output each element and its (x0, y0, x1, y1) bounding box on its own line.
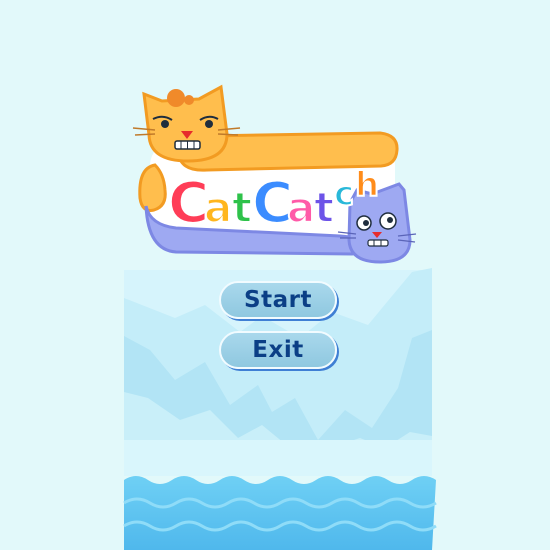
game-screen: C a t C a t c h Start Exit (0, 0, 550, 550)
start-button[interactable]: Start (219, 281, 337, 319)
exit-button[interactable]: Exit (219, 331, 337, 369)
main-menu: Start Exit (0, 0, 550, 550)
